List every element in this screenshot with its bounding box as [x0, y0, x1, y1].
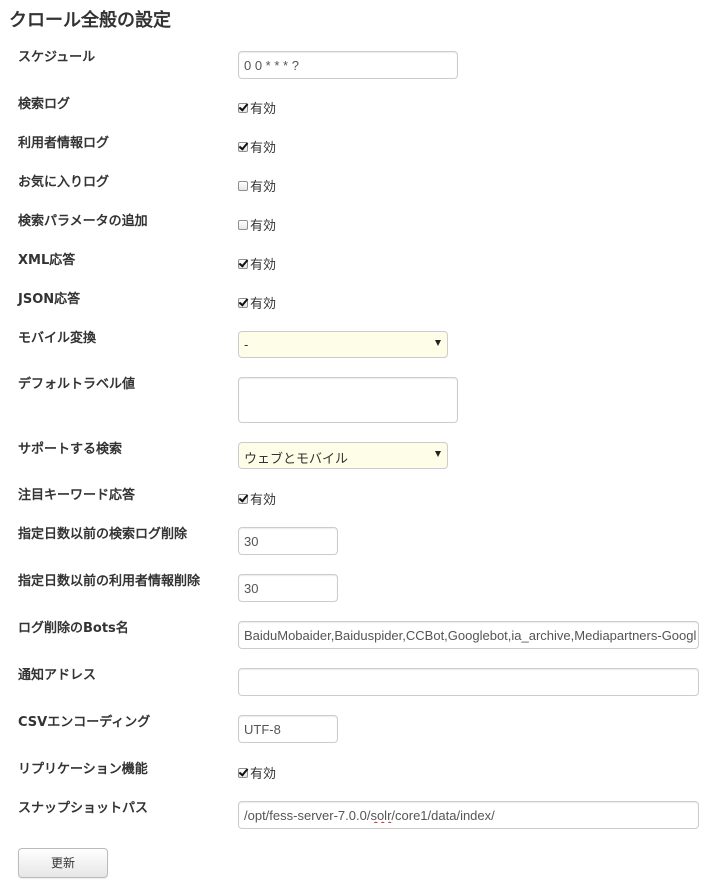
json-response-label: JSON応答 [18, 292, 81, 307]
json-response-option-label: 有効 [250, 296, 277, 311]
replication-option[interactable]: 有効 [238, 763, 276, 782]
bots-name-label: ログ削除のBots名 [18, 621, 129, 636]
xml-response-checkbox[interactable] [238, 259, 248, 269]
snapshot-path-label: スナップショットパス [18, 801, 149, 816]
snapshot-path-suffix: /core1/data/index/ [391, 808, 495, 823]
xml-response-label: XML応答 [18, 253, 76, 268]
csv-encoding-value: UTF-8 [244, 722, 281, 737]
csv-encoding-label: CSVエンコーディング [18, 715, 151, 730]
notify-address-label: 通知アドレス [18, 668, 97, 683]
supported-search-label: サポートする検索 [18, 442, 123, 457]
chevron-down-icon [435, 340, 441, 346]
json-response-checkbox[interactable] [238, 298, 248, 308]
mobile-transform-select[interactable]: - [238, 331, 448, 358]
search-log-label: 検索ログ [18, 97, 71, 112]
user-info-log-checkbox[interactable] [238, 142, 248, 152]
bots-name-input[interactable]: BaiduMobaider,Baiduspider,CCBot,Googlebo… [238, 621, 699, 649]
schedule-label: スケジュール [18, 50, 96, 65]
purge-user-info-value: 30 [244, 581, 259, 596]
search-log-option[interactable]: 有効 [238, 98, 276, 117]
snapshot-path-spellcheck-word: solr [370, 808, 392, 823]
hot-keyword-option[interactable]: 有効 [238, 489, 276, 508]
search-params-option[interactable]: 有効 [238, 215, 276, 234]
mobile-transform-value: - [244, 337, 249, 352]
search-log-option-label: 有効 [250, 101, 277, 116]
supported-search-select[interactable]: ウェブとモバイル [238, 442, 448, 469]
purge-search-log-value: 30 [244, 534, 259, 549]
favorite-log-checkbox[interactable] [238, 181, 248, 191]
favorite-log-option[interactable]: 有効 [238, 176, 276, 195]
notify-address-input[interactable] [238, 668, 699, 696]
user-info-log-label: 利用者情報ログ [18, 136, 110, 151]
search-params-label: 検索パラメータの追加 [18, 214, 148, 229]
xml-response-option[interactable]: 有効 [238, 254, 276, 273]
hot-keyword-label: 注目キーワード応答 [18, 488, 136, 503]
xml-response-option-label: 有効 [250, 257, 277, 272]
snapshot-path-value: /opt/fess-server-7.0.0/solr/core1/data/i… [244, 808, 495, 823]
favorite-log-label: お気に入りログ [18, 175, 110, 190]
purge-user-info-input[interactable]: 30 [238, 574, 338, 602]
hot-keyword-option-label: 有効 [250, 492, 277, 507]
default-label-textarea[interactable] [238, 377, 458, 423]
snapshot-path-input[interactable]: /opt/fess-server-7.0.0/solr/core1/data/i… [238, 801, 699, 829]
snapshot-path-prefix: /opt/fess-server-7.0.0/ [244, 808, 371, 823]
purge-search-log-label: 指定日数以前の検索ログ削除 [18, 527, 188, 542]
json-response-option[interactable]: 有効 [238, 293, 276, 312]
csv-encoding-input[interactable]: UTF-8 [238, 715, 338, 743]
hot-keyword-checkbox[interactable] [238, 494, 248, 504]
replication-label: リプリケーション機能 [18, 762, 148, 777]
default-label-label: デフォルトラベル値 [18, 377, 136, 392]
update-button[interactable]: 更新 [18, 848, 108, 878]
replication-option-label: 有効 [250, 766, 277, 781]
user-info-log-option-label: 有効 [250, 140, 277, 155]
search-log-checkbox[interactable] [238, 103, 248, 113]
replication-checkbox[interactable] [238, 768, 248, 778]
schedule-input[interactable]: 0 0 * * * ? [238, 51, 458, 79]
favorite-log-option-label: 有効 [250, 179, 277, 194]
supported-search-value: ウェブとモバイル [244, 451, 349, 466]
search-params-option-label: 有効 [250, 218, 277, 233]
user-info-log-option[interactable]: 有効 [238, 137, 276, 156]
purge-user-info-label: 指定日数以前の利用者情報削除 [18, 574, 201, 589]
bots-name-value: BaiduMobaider,Baiduspider,CCBot,Googlebo… [244, 628, 696, 643]
page-title: クロール全般の設定 [9, 10, 171, 31]
search-params-checkbox[interactable] [238, 220, 248, 230]
chevron-down-icon [435, 451, 441, 457]
purge-search-log-input[interactable]: 30 [238, 527, 338, 555]
mobile-transform-label: モバイル変換 [18, 331, 97, 346]
schedule-value: 0 0 * * * ? [244, 58, 299, 73]
